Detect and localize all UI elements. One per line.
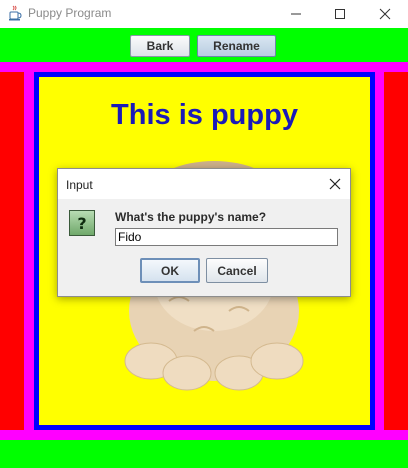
dialog-title: Input xyxy=(66,178,93,192)
cancel-button[interactable]: Cancel xyxy=(206,258,268,283)
question-icon: ? xyxy=(69,210,95,236)
red-panel-left xyxy=(0,72,24,430)
minimize-button[interactable] xyxy=(273,0,319,28)
bark-button[interactable]: Bark xyxy=(130,35,190,57)
rename-button[interactable]: Rename xyxy=(197,35,276,57)
green-bottom-bar xyxy=(0,440,408,468)
input-dialog: Input ? What's the puppy's name? Fido OK… xyxy=(57,168,351,297)
window-titlebar: Puppy Program xyxy=(0,0,408,29)
dialog-titlebar: Input xyxy=(58,169,350,199)
red-panel-right xyxy=(384,72,408,430)
ok-button[interactable]: OK xyxy=(140,258,200,283)
puppy-name-input[interactable]: Fido xyxy=(115,228,338,246)
dialog-prompt: What's the puppy's name? xyxy=(115,210,267,224)
dialog-close-icon[interactable] xyxy=(328,177,342,191)
magenta-border-right xyxy=(375,72,384,430)
puppy-headline: This is puppy xyxy=(111,99,298,131)
maximize-icon xyxy=(335,9,345,19)
java-cup-icon xyxy=(9,5,22,21)
magenta-border-left xyxy=(24,72,34,430)
minimize-icon xyxy=(291,13,301,15)
magenta-border-bottom xyxy=(0,430,408,440)
close-button[interactable] xyxy=(362,0,408,28)
maximize-button[interactable] xyxy=(317,0,363,28)
toolbar: Bark Rename xyxy=(0,28,408,62)
close-icon xyxy=(379,8,391,20)
window-title: Puppy Program xyxy=(28,6,112,20)
magenta-border-top xyxy=(0,62,408,72)
